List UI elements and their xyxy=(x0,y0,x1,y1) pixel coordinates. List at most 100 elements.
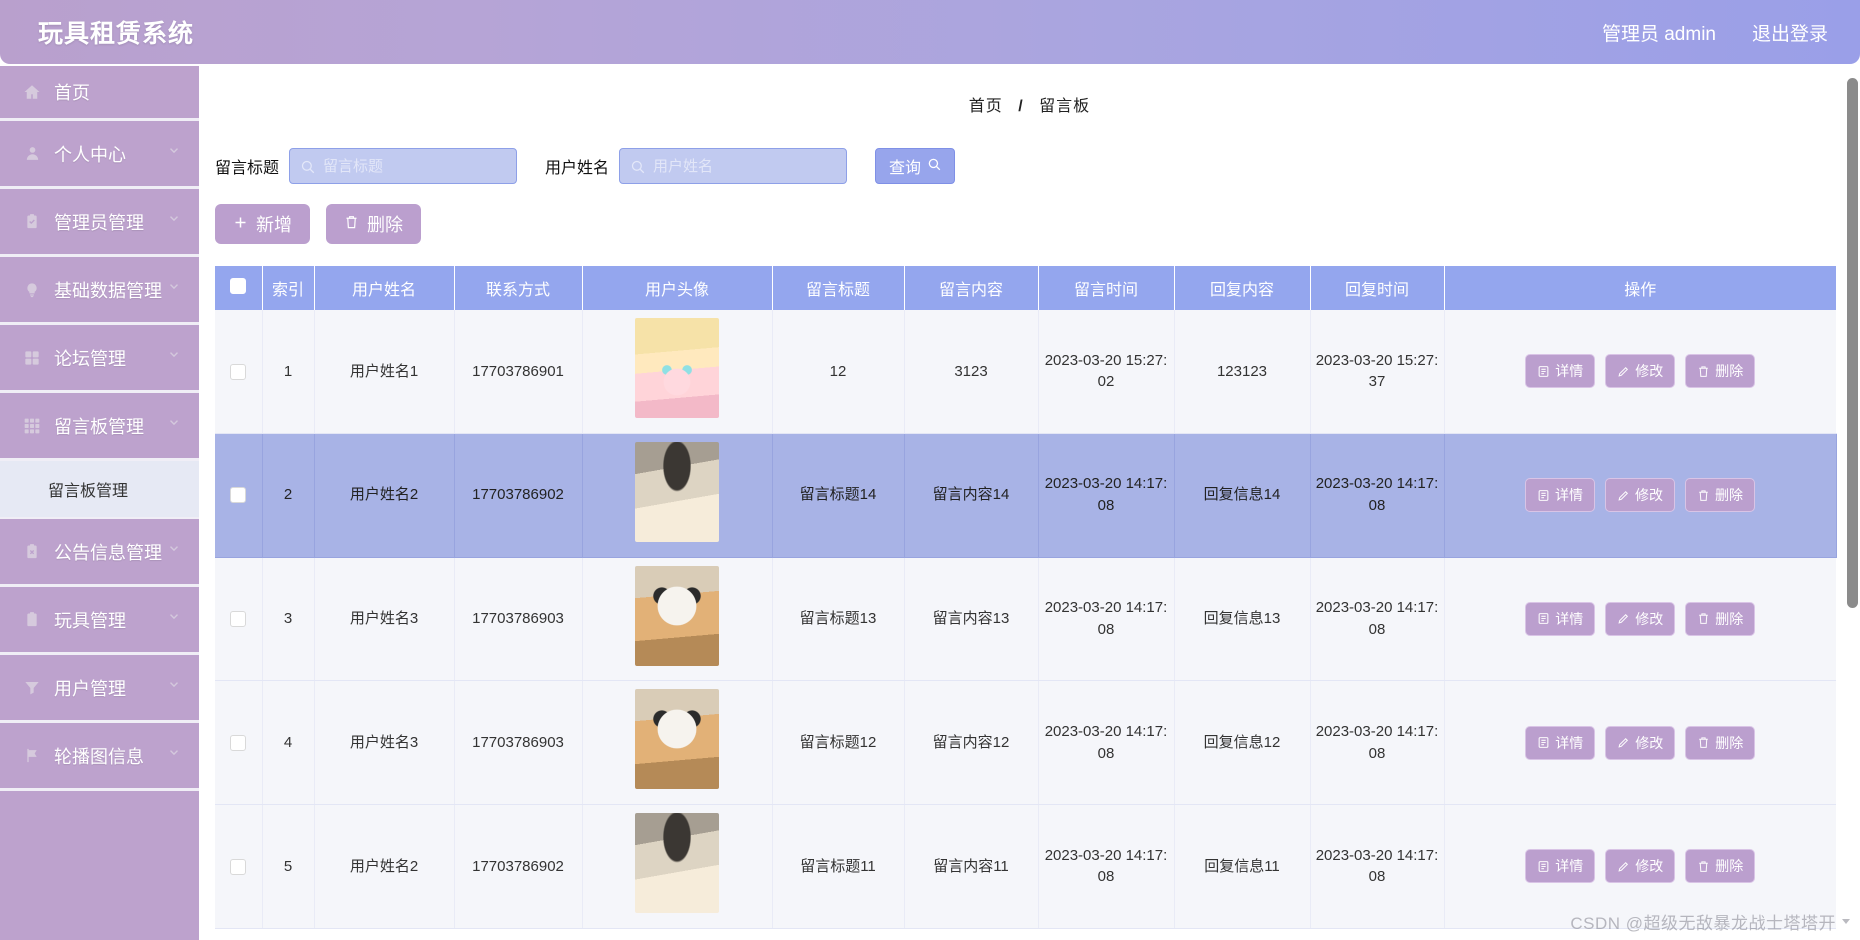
cell-reply-content: 回复信息13 xyxy=(1174,557,1311,682)
row-checkbox[interactable] xyxy=(230,858,247,875)
cell-reply-time: 2023-03-20 15:27:37 xyxy=(1310,310,1445,434)
filter-title-input-wrap[interactable] xyxy=(289,148,518,184)
row-checkbox[interactable] xyxy=(230,487,247,504)
cell-avatar xyxy=(582,557,773,682)
cell-message-time: 2023-03-20 14:17:08 xyxy=(1038,433,1175,558)
sidebar-item-message-board-management[interactable]: 留言板管理 xyxy=(0,393,199,461)
edit-button-label: 修改 xyxy=(1635,858,1664,875)
search-icon xyxy=(630,159,645,174)
filter-name-input-wrap[interactable] xyxy=(619,148,848,184)
query-button[interactable]: 查询 xyxy=(875,148,956,184)
edit-button[interactable]: 修改 xyxy=(1605,478,1675,513)
cell-reply-time: 2023-03-20 14:17:08 xyxy=(1310,804,1445,929)
cell-user-name: 用户姓名1 xyxy=(314,310,455,434)
row-select-cell xyxy=(215,557,263,682)
cell-reply-content: 回复信息11 xyxy=(1174,804,1311,929)
sidebar-subitem-message-board[interactable]: 留言板管理 xyxy=(0,461,199,519)
sidebar-item-announcement-management[interactable]: 公告信息管理 xyxy=(0,519,199,587)
vertical-scrollbar-track[interactable] xyxy=(1844,66,1860,940)
cell-message-content: 留言内容12 xyxy=(904,680,1039,805)
sidebar-item-user-management[interactable]: 用户管理 xyxy=(0,655,199,723)
detail-button[interactable]: 详情 xyxy=(1525,478,1595,513)
breadcrumb-root[interactable]: 首页 xyxy=(969,98,1003,115)
detail-button[interactable]: 详情 xyxy=(1525,725,1596,760)
row-checkbox[interactable] xyxy=(230,734,247,751)
detail-button[interactable]: 详情 xyxy=(1525,354,1596,389)
user-avatar-image xyxy=(635,565,719,666)
col-message-content: 留言内容 xyxy=(904,266,1039,310)
sidebar-item-label: 玩具管理 xyxy=(54,610,126,631)
sidebar-empty-space xyxy=(0,791,199,940)
row-delete-button-label: 删除 xyxy=(1715,610,1744,627)
row-delete-button[interactable]: 删除 xyxy=(1685,849,1756,884)
search-title-input[interactable] xyxy=(323,157,504,175)
sidebar-item-label: 首页 xyxy=(54,83,90,103)
table-head: 索引 用户姓名 联系方式 用户头像 留言标题 留言内容 留言时间 回复内容 回复… xyxy=(215,266,1836,310)
row-delete-button-label: 删除 xyxy=(1715,858,1744,875)
delete-button[interactable]: 删除 xyxy=(326,204,421,244)
row-delete-button[interactable]: 删除 xyxy=(1685,354,1756,389)
app-root: 玩具租赁系统 管理员 admin 退出登录 首页 个人中心 管理员管理 基础数据… xyxy=(0,0,1860,940)
cell-message-time: 2023-03-20 14:17:08 xyxy=(1038,804,1175,929)
select-all-checkbox[interactable] xyxy=(230,277,247,294)
clipboard-icon xyxy=(22,610,42,630)
sidebar-item-admin-management[interactable]: 管理员管理 xyxy=(0,189,199,257)
detail-button[interactable]: 详情 xyxy=(1525,601,1596,636)
sidebar-item-label: 用户管理 xyxy=(54,678,126,699)
chevron-down-icon xyxy=(167,675,181,696)
cell-message-time: 2023-03-20 14:17:08 xyxy=(1038,557,1175,682)
table-header-row: 索引 用户姓名 联系方式 用户头像 留言标题 留言内容 留言时间 回复内容 回复… xyxy=(215,266,1836,310)
edit-button[interactable]: 修改 xyxy=(1605,601,1676,636)
table-row[interactable]: 5 用户姓名2 17703786902 留言标题11 留言内容11 2023-03-20 … xyxy=(215,804,1836,929)
breadcrumb-separator: / xyxy=(1018,98,1024,115)
row-checkbox[interactable] xyxy=(230,611,247,628)
sidebar-item-forum-management[interactable]: 论坛管理 xyxy=(0,325,199,393)
chevron-down-icon xyxy=(167,345,181,366)
sidebar-item-personal-center[interactable]: 个人中心 xyxy=(0,121,199,189)
sidebar-item-basic-data-management[interactable]: 基础数据管理 xyxy=(0,257,199,325)
table-row[interactable]: 2 用户姓名2 17703786902 留言标题14 留言内容14 2023-03-20 … xyxy=(215,433,1837,558)
user-avatar-image xyxy=(635,318,719,418)
row-delete-button[interactable]: 删除 xyxy=(1685,478,1755,513)
col-user-name: 用户姓名 xyxy=(314,266,455,310)
action-bar: 新增 删除 xyxy=(215,204,1860,244)
detail-button[interactable]: 详情 xyxy=(1525,849,1596,884)
main-content: 首页 / 留言板 留言标题 用户姓名 查询 xyxy=(199,66,1860,940)
edit-button[interactable]: 修改 xyxy=(1605,725,1676,760)
row-delete-button[interactable]: 删除 xyxy=(1685,725,1756,760)
edit-button[interactable]: 修改 xyxy=(1605,354,1676,389)
cell-message-content: 3123 xyxy=(904,310,1039,434)
user-avatar-image xyxy=(635,813,719,913)
add-button[interactable]: 新增 xyxy=(215,204,310,244)
sidebar-nav: 首页 个人中心 管理员管理 基础数据管理 论坛管理 留言板管理 留言板管理 公告… xyxy=(0,66,199,940)
sidebar-item-home[interactable]: 首页 xyxy=(0,66,199,121)
table-row[interactable]: 4 用户姓名3 17703786903 留言标题12 留言内容12 2023-03-20 … xyxy=(215,680,1836,805)
sidebar-item-label: 轮播图信息 xyxy=(54,746,144,767)
row-checkbox[interactable] xyxy=(230,363,247,380)
col-contact: 联系方式 xyxy=(454,266,583,310)
sidebar-item-toy-management[interactable]: 玩具管理 xyxy=(0,587,199,655)
user-avatar-image xyxy=(635,689,719,790)
row-delete-button[interactable]: 删除 xyxy=(1685,601,1756,636)
vertical-scrollbar-thumb[interactable] xyxy=(1847,78,1858,608)
sidebar-item-carousel-info[interactable]: 轮播图信息 xyxy=(0,723,199,791)
cell-operations: 详情 修改 删除 xyxy=(1444,680,1836,805)
cell-user-name: 用户姓名3 xyxy=(314,680,455,805)
grid-four-icon xyxy=(22,348,42,368)
cell-reply-content: 123123 xyxy=(1174,310,1311,434)
detail-icon xyxy=(1537,489,1550,502)
query-button-label: 查询 xyxy=(889,160,922,177)
search-name-input[interactable] xyxy=(653,157,834,175)
row-action-group: 详情 修改 删除 xyxy=(1449,354,1833,389)
logout-button[interactable]: 退出登录 xyxy=(1752,19,1828,46)
table-row[interactable]: 3 用户姓名3 17703786903 留言标题13 留言内容13 2023-03-20 … xyxy=(215,557,1836,682)
table-row[interactable]: 1 用户姓名1 17703786901 12 3123 2023-03-20 15:27:… xyxy=(215,310,1836,434)
chevron-down-icon xyxy=(167,413,181,434)
row-select-cell xyxy=(215,433,263,558)
row-select-cell xyxy=(215,680,263,805)
cell-message-content: 留言内容13 xyxy=(904,557,1039,682)
cell-index: 3 xyxy=(262,557,315,682)
edit-button[interactable]: 修改 xyxy=(1605,849,1676,884)
cell-message-time: 2023-03-20 14:17:08 xyxy=(1038,680,1175,805)
cell-message-title: 12 xyxy=(772,310,905,434)
